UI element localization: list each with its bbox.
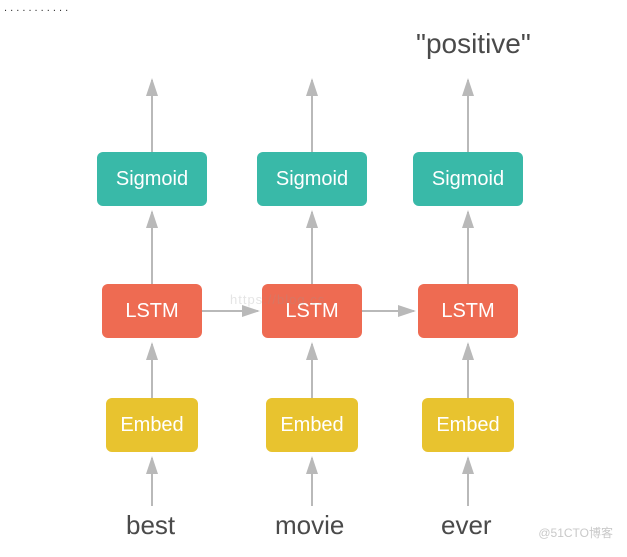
- sigmoid-box-2: Sigmoid: [413, 152, 523, 206]
- box-label: Embed: [280, 414, 343, 437]
- sigmoid-box-1: Sigmoid: [257, 152, 367, 206]
- lstm-box-2: LSTM: [418, 284, 518, 338]
- output-label: "positive": [416, 28, 531, 60]
- box-label: LSTM: [125, 300, 178, 323]
- box-label: Sigmoid: [276, 168, 348, 191]
- box-label: Embed: [120, 414, 183, 437]
- embed-box-1: Embed: [266, 398, 358, 452]
- lstm-diagram: . . . . . . . . . . . "positive" Sigmoid…: [0, 0, 627, 557]
- watermark-faint: https://blog.cs: [230, 292, 325, 307]
- box-label: Sigmoid: [116, 168, 188, 191]
- input-word-1: movie: [275, 510, 344, 541]
- watermark-text: @51CTO博客: [538, 524, 613, 541]
- box-label: Sigmoid: [432, 168, 504, 191]
- box-label: LSTM: [441, 300, 494, 323]
- embed-box-2: Embed: [422, 398, 514, 452]
- sigmoid-box-0: Sigmoid: [97, 152, 207, 206]
- connection-arrows: [0, 0, 627, 557]
- embed-box-0: Embed: [106, 398, 198, 452]
- input-word-2: ever: [441, 510, 492, 541]
- lstm-box-0: LSTM: [102, 284, 202, 338]
- input-word-0: best: [126, 510, 175, 541]
- box-label: Embed: [436, 414, 499, 437]
- truncated-header: . . . . . . . . . . .: [4, 2, 68, 14]
